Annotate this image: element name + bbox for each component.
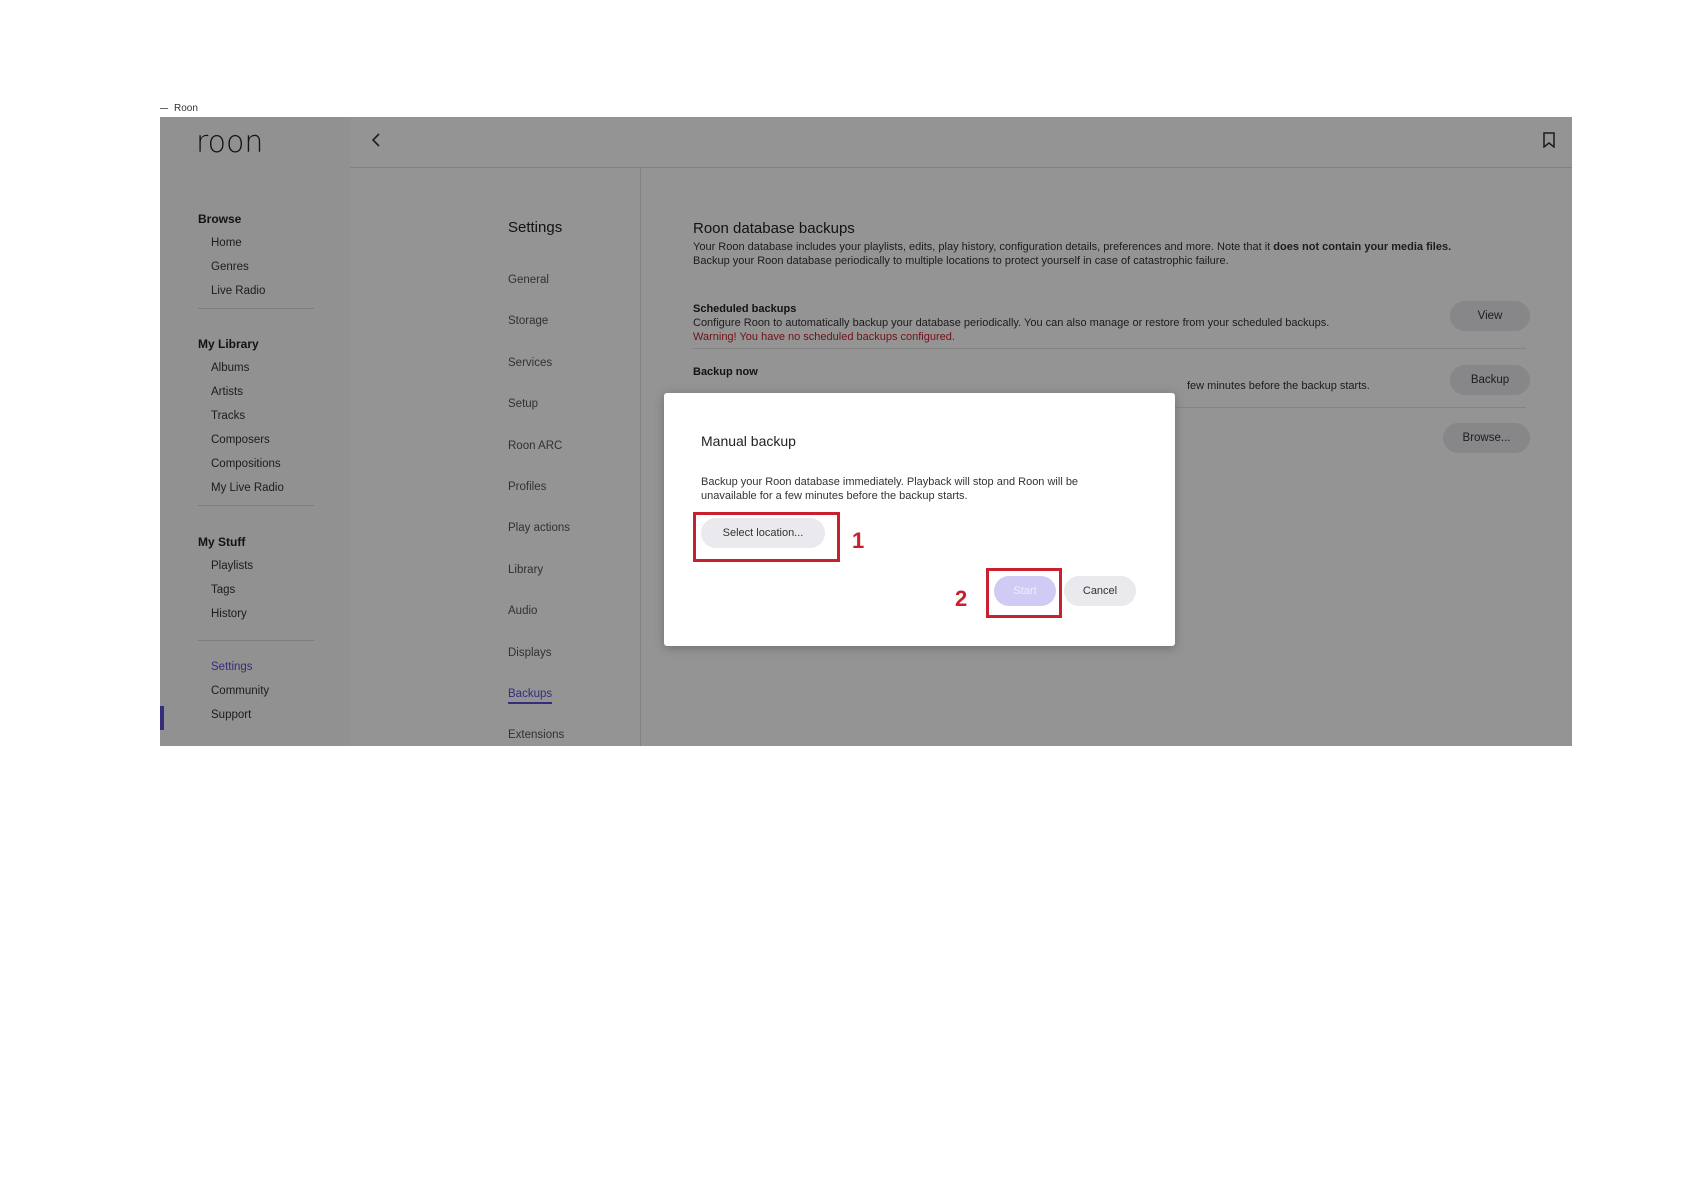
dialog-description: Backup your Roon database immediately. P… <box>701 476 1079 502</box>
callout-box-1 <box>693 512 840 562</box>
callout-number-1: 1 <box>852 528 865 553</box>
callout-number-2: 2 <box>955 586 968 611</box>
dialog-title: Manual backup <box>701 433 796 449</box>
window-caption: Roon <box>160 101 198 115</box>
callout-box-2 <box>986 568 1062 618</box>
cancel-button[interactable]: Cancel <box>1064 576 1136 606</box>
caption-dash <box>160 107 168 109</box>
window-title: Roon <box>174 102 198 114</box>
